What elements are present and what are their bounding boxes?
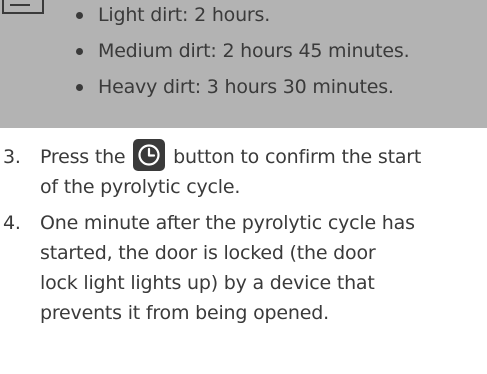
- step-number: 4.: [3, 212, 21, 234]
- step-text-before: Press the: [40, 146, 126, 168]
- step-text-after: button to confirm the start: [173, 146, 422, 168]
- step-text-line2: of the pyrolytic cycle.: [40, 176, 241, 198]
- list-item-heavy-dirt: Heavy dirt: 3 hours 30 minutes.: [75, 69, 409, 105]
- step-3: 3. Press the button to confirm the start…: [0, 138, 487, 202]
- note-box: Light dirt: 2 hours. Medium dirt: 2 hour…: [0, 0, 487, 128]
- step-line: started, the door is locked (the door: [40, 242, 376, 264]
- clock-icon: [133, 138, 166, 171]
- step-line: One minute after the pyrolytic cycle has: [40, 212, 415, 234]
- step-line: lock light lights up) by a device that: [40, 272, 375, 294]
- step-line: prevents it from being opened.: [40, 302, 329, 324]
- list-item-medium-dirt: Medium dirt: 2 hours 45 minutes.: [75, 33, 410, 69]
- steps-list: 3. Press the button to confirm the start…: [0, 138, 487, 334]
- dirt-level-list: Light dirt: 2 hours. Medium dirt: 2 hour…: [75, 0, 410, 105]
- list-item-light-dirt: Light dirt: 2 hours.: [75, 0, 409, 33]
- step-number: 3.: [3, 146, 21, 168]
- step-4: 4. One minute after the pyrolytic cycle …: [0, 208, 487, 328]
- note-icon: [2, 0, 44, 14]
